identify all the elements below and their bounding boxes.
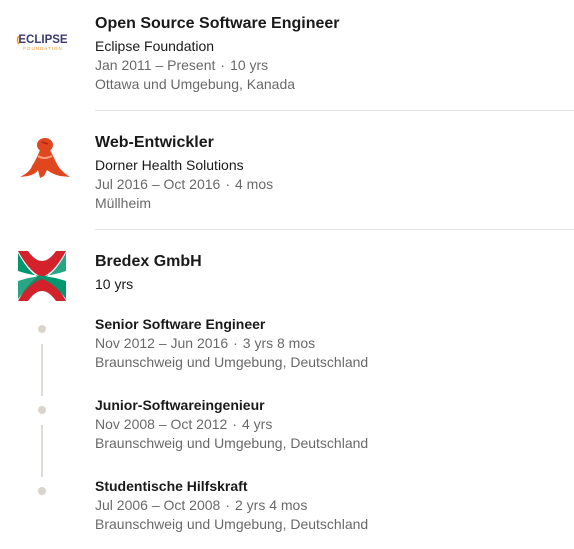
company-name: Eclipse Foundation (95, 38, 215, 54)
dorner-health-logo[interactable] (14, 130, 72, 188)
divider (95, 110, 574, 111)
location: Braunschweig und Umgebung, Deutschland (95, 516, 369, 532)
date-range: Jan 2011 – Present · 10 yrs (95, 57, 269, 73)
location: Braunschweig und Umgebung, Deutschland (95, 354, 369, 370)
role-item: Junior-Softwareingenieur Nov 2008 – Oct … (95, 396, 368, 453)
role-title[interactable]: Studentische Hilfskraft (95, 477, 368, 496)
bredex-logo[interactable] (16, 249, 68, 303)
eclipse-foundation-logo[interactable]: ECLIPSE FOUNDATION (14, 12, 72, 70)
role-item: Senior Software Engineer Nov 2012 – Jun … (95, 315, 368, 372)
company-name: Dorner Health Solutions (95, 157, 244, 173)
job-title[interactable]: Web-Entwickler (95, 132, 574, 154)
timeline-dot (38, 487, 46, 495)
location: Ottawa und Umgebung, Kanada (95, 76, 296, 92)
role-item: Studentische Hilfskraft Jul 2006 – Oct 2… (95, 477, 368, 534)
timeline-dot (38, 325, 46, 333)
location: Braunschweig und Umgebung, Deutschland (95, 435, 369, 451)
job-title[interactable]: Open Source Software Engineer (95, 13, 574, 35)
timeline-line (41, 425, 43, 477)
date-range: Nov 2008 – Oct 2012 · 4 yrs (95, 416, 273, 432)
role-title[interactable]: Junior-Softwareingenieur (95, 396, 368, 415)
timeline-dot (38, 406, 46, 414)
role-title[interactable]: Senior Software Engineer (95, 315, 368, 334)
timeline-line (41, 344, 43, 396)
svg-text:ECLIPSE: ECLIPSE (18, 34, 68, 46)
date-range: Jul 2016 – Oct 2016 · 4 mos (95, 176, 274, 192)
date-range: Nov 2012 – Jun 2016 · 3 yrs 8 mos (95, 335, 316, 351)
company-title[interactable]: Bredex GmbH (95, 251, 574, 273)
date-range: Jul 2006 – Oct 2008 · 2 yrs 4 mos (95, 497, 308, 513)
svg-text:FOUNDATION: FOUNDATION (23, 46, 62, 51)
divider (95, 229, 574, 230)
total-duration: 10 yrs (95, 276, 134, 292)
location: Müllheim (95, 195, 152, 211)
